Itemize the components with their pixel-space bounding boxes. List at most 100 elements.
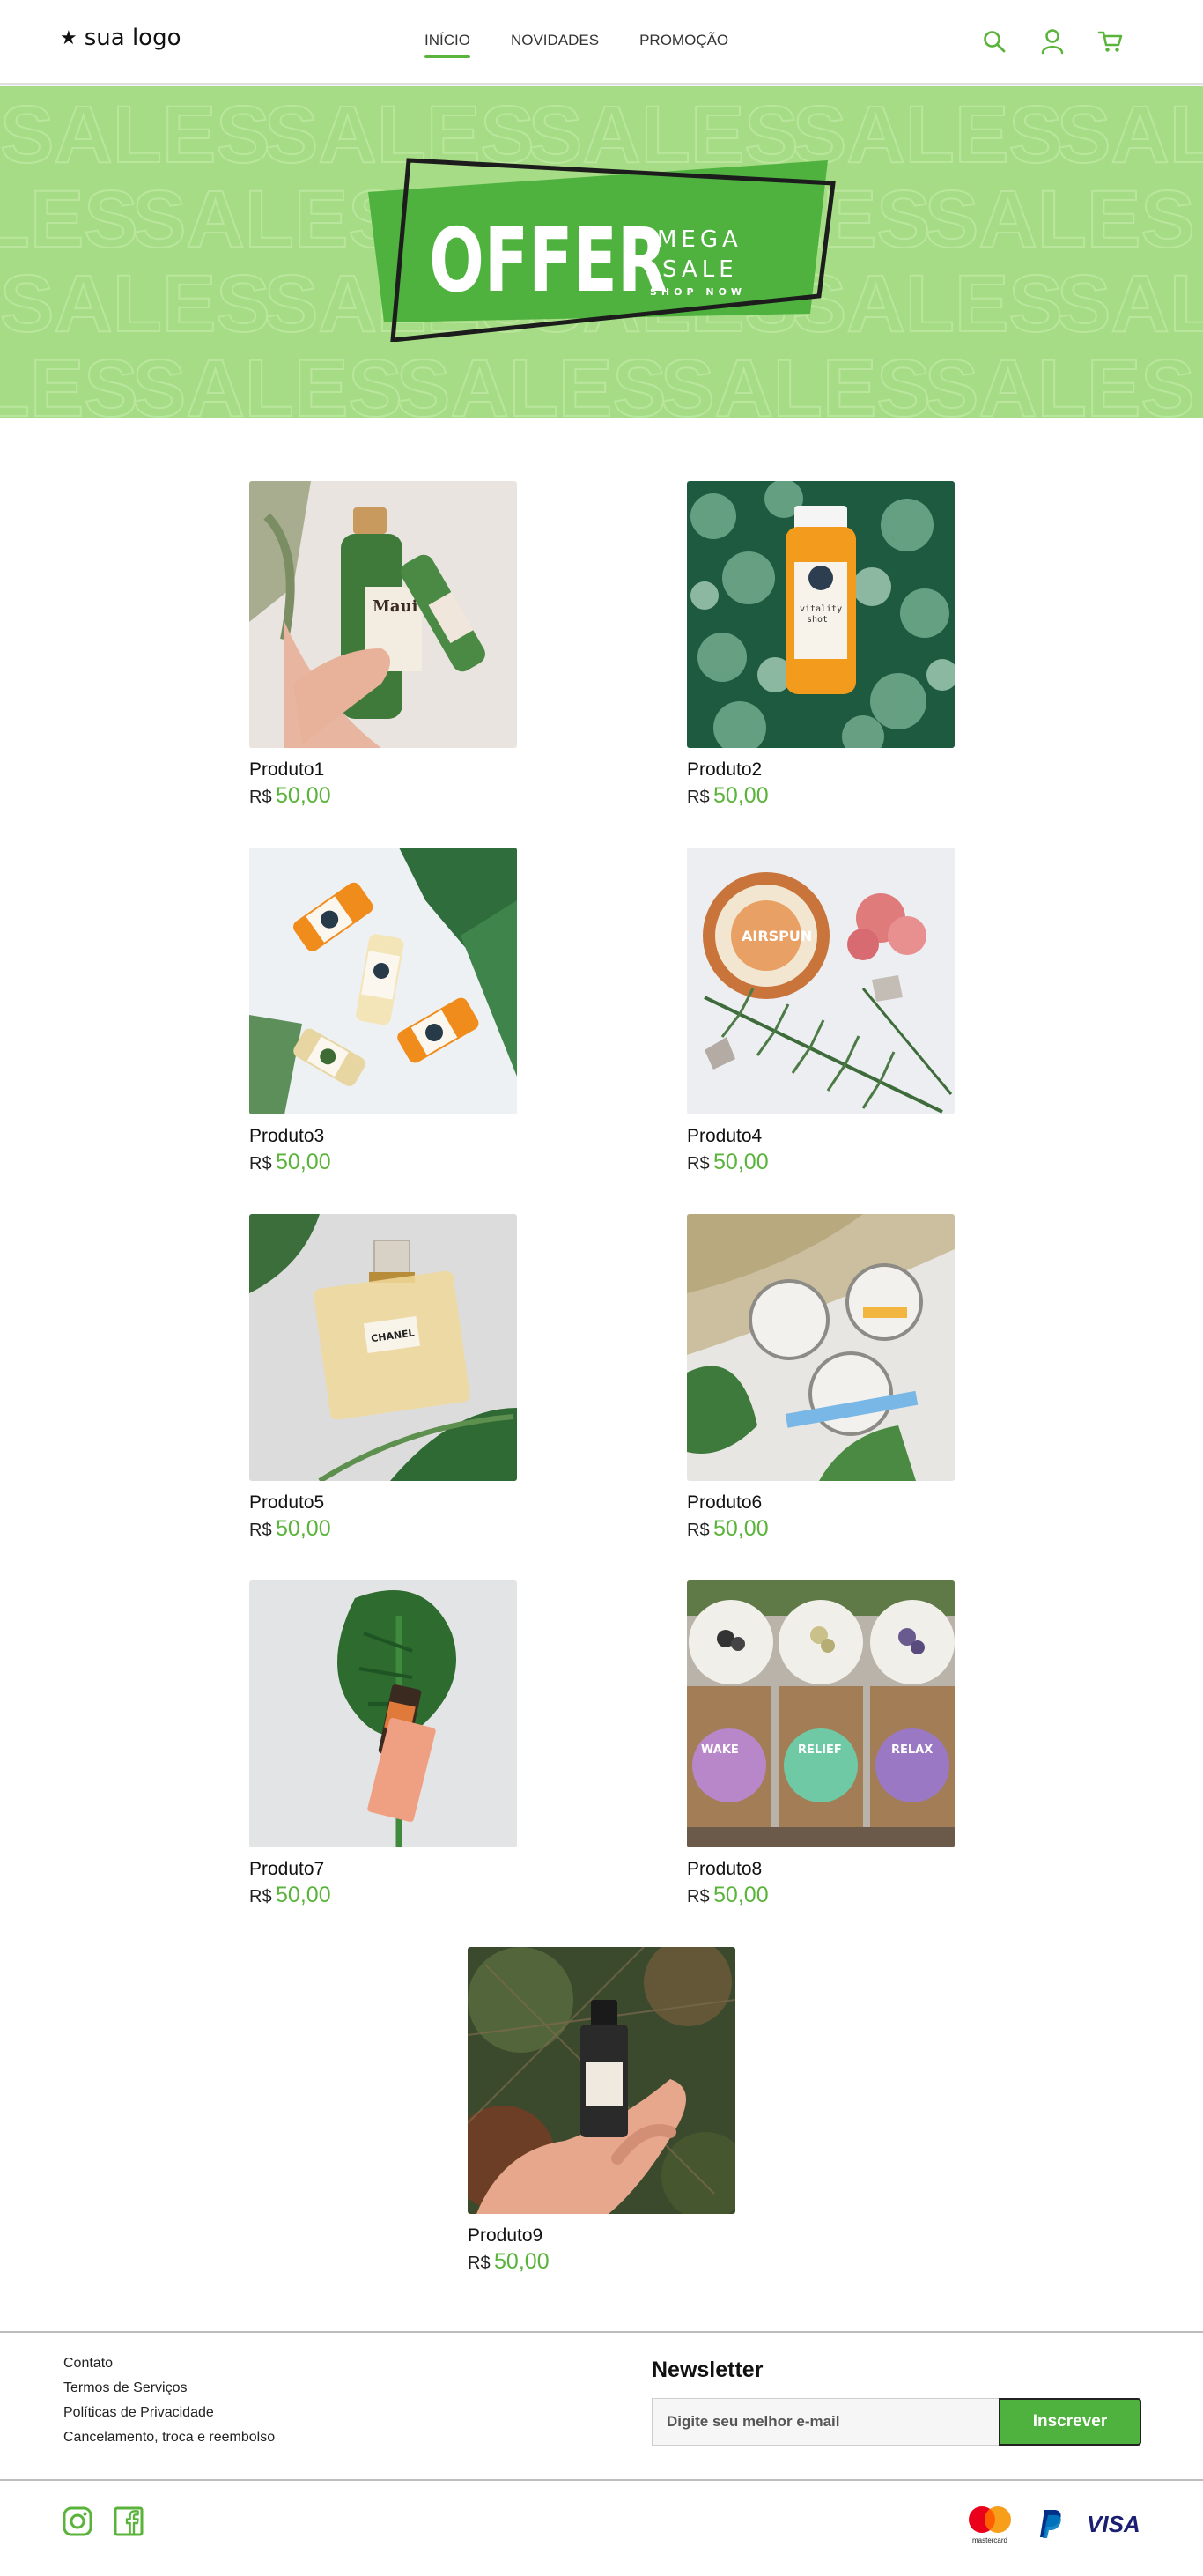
search-icon[interactable]	[979, 26, 1009, 56]
product-image[interactable]	[468, 1947, 735, 2214]
product-image[interactable]	[249, 848, 517, 1114]
product-price: R$ 50,00	[249, 1149, 517, 1175]
product-price: R$ 50,00	[687, 1149, 955, 1175]
facebook-icon[interactable]	[113, 2506, 144, 2537]
product-price: R$ 50,00	[687, 782, 955, 809]
product-name[interactable]: Produto1	[249, 759, 517, 781]
footer-divider-top	[0, 2331, 1203, 2333]
product-card[interactable]: Maui Produto1 R$ 50,00	[249, 481, 517, 809]
product-price: R$ 50,00	[687, 1515, 955, 1542]
product-name[interactable]: Produto9	[468, 2224, 735, 2247]
price-currency: R$	[249, 1521, 272, 1541]
sales-pattern-word: SALES	[396, 344, 667, 418]
header-icons	[979, 26, 1126, 56]
nav-item-inicio[interactable]: INÍCIO	[424, 32, 470, 58]
sales-pattern-word: SALES	[0, 174, 138, 264]
product-card[interactable]: Produto3 R$ 50,00	[249, 848, 517, 1175]
mastercard-icon: mastercard	[963, 2504, 1016, 2549]
sales-pattern-word: SALES	[661, 344, 931, 418]
sales-pattern-word: SALES	[0, 90, 270, 180]
social-links	[62, 2506, 144, 2537]
price-currency: R$	[687, 788, 710, 808]
newsletter-title: Newsletter	[652, 2358, 764, 2382]
product-price: R$ 50,00	[468, 2248, 735, 2275]
product-image[interactable]: Maui	[249, 481, 517, 748]
product-card[interactable]: WAKE RELIEF RELAX Produto8 R$ 50,00	[687, 1580, 955, 1908]
product-price: R$ 50,00	[687, 1882, 955, 1908]
product-name[interactable]: Produto2	[687, 759, 955, 781]
user-icon[interactable]	[1037, 26, 1067, 56]
offer-badge: OFFER MEGA SALE SHOP NOW	[361, 157, 842, 343]
sales-pattern-word: SALES	[0, 344, 138, 418]
product-card[interactable]: Produto9 R$ 50,00	[468, 1947, 735, 2275]
sale-text: SALE	[662, 256, 738, 283]
logo[interactable]: ★ sua logo	[60, 25, 181, 51]
price-amount: 50,00	[276, 1883, 331, 1908]
shop-now-text: SHOP NOW	[650, 286, 746, 298]
product-price: R$ 50,00	[249, 1515, 517, 1542]
product-name[interactable]: Produto6	[687, 1492, 955, 1514]
footer-link-cancelamento[interactable]: Cancelamento, troca e reembolso	[63, 2430, 275, 2446]
logo-text: sua logo	[84, 25, 181, 51]
product-image[interactable]: vitality shot	[687, 481, 955, 748]
product-name[interactable]: Produto8	[687, 1858, 955, 1880]
price-amount: 50,00	[713, 1883, 769, 1908]
footer-links: Contato Termos de Serviços Políticas de …	[63, 2356, 275, 2446]
instagram-icon[interactable]	[62, 2506, 93, 2537]
product-card[interactable]: Produto7 R$ 50,00	[249, 1580, 517, 1908]
price-currency: R$	[687, 1521, 710, 1541]
site-header: ★ sua logo INÍCIO NOVIDADES PROMOÇÃO	[0, 0, 1203, 85]
product-card[interactable]: Produto6 R$ 50,00	[687, 1214, 955, 1542]
promo-banner[interactable]: SALESSALESSALESSALESSALESSALESSALESSALES…	[0, 86, 1203, 418]
mega-text: MEGA	[657, 226, 742, 253]
price-currency: R$	[249, 1887, 272, 1907]
paypal-icon	[1037, 2508, 1064, 2544]
product-card[interactable]: CHANEL Produto5 R$ 50,00	[249, 1214, 517, 1542]
mastercard-label: mastercard	[972, 2536, 1007, 2544]
sales-pattern-word: SALES	[1057, 90, 1203, 180]
price-amount: 50,00	[276, 1150, 331, 1175]
product-card[interactable]: vitality shot Produto2 R$ 50,00	[687, 481, 955, 809]
product-image[interactable]: WAKE RELIEF RELAX	[687, 1580, 955, 1847]
product-image[interactable]: AIRSPUN	[687, 848, 955, 1114]
sales-pattern-word: SALES	[925, 174, 1195, 264]
product-card[interactable]: AIRSPUN Produto4 R$ 50,00	[687, 848, 955, 1175]
price-currency: R$	[687, 1887, 710, 1907]
svg-text:AIRSPUN: AIRSPUN	[742, 928, 812, 944]
price-currency: R$	[687, 1154, 710, 1174]
price-currency: R$	[468, 2254, 491, 2274]
product-price: R$ 50,00	[249, 782, 517, 809]
subscribe-button[interactable]: Inscrever	[999, 2398, 1141, 2446]
price-amount: 50,00	[713, 783, 769, 809]
nav-item-novidades[interactable]: NOVIDADES	[511, 32, 599, 56]
product-image[interactable]	[687, 1214, 955, 1481]
product-image[interactable]: CHANEL	[249, 1214, 517, 1481]
footer-divider-bottom	[0, 2479, 1203, 2481]
product-name[interactable]: Produto3	[249, 1125, 517, 1147]
cart-icon[interactable]	[1096, 26, 1126, 56]
product-name[interactable]: Produto5	[249, 1492, 517, 1514]
sales-pattern-word: SALES	[925, 344, 1195, 418]
star-icon: ★	[60, 26, 77, 48]
offer-text: OFFER	[429, 209, 668, 312]
sales-pattern-word: SALES	[1057, 259, 1203, 349]
newsletter-email-input[interactable]	[652, 2398, 1000, 2446]
price-amount: 50,00	[494, 2249, 550, 2275]
svg-text:Maui: Maui	[373, 597, 418, 616]
footer-link-termos[interactable]: Termos de Serviços	[63, 2380, 275, 2396]
visa-label: VISA	[1087, 2511, 1140, 2537]
svg-text:RELAX: RELAX	[891, 1743, 933, 1757]
sales-pattern-word: SALES	[0, 259, 270, 349]
footer-link-contato[interactable]: Contato	[63, 2356, 275, 2372]
nav-item-promocao[interactable]: PROMOÇÃO	[639, 32, 728, 56]
product-image[interactable]	[249, 1580, 517, 1847]
product-name[interactable]: Produto4	[687, 1125, 955, 1147]
visa-icon: VISA	[1085, 2511, 1141, 2542]
product-name[interactable]: Produto7	[249, 1858, 517, 1880]
price-amount: 50,00	[713, 1516, 769, 1542]
svg-text:shot: shot	[807, 615, 828, 625]
svg-text:RELIEF: RELIEF	[798, 1743, 842, 1757]
footer-link-privacidade[interactable]: Políticas de Privacidade	[63, 2405, 275, 2421]
sales-pattern-word: SALES	[132, 344, 402, 418]
price-currency: R$	[249, 788, 272, 808]
